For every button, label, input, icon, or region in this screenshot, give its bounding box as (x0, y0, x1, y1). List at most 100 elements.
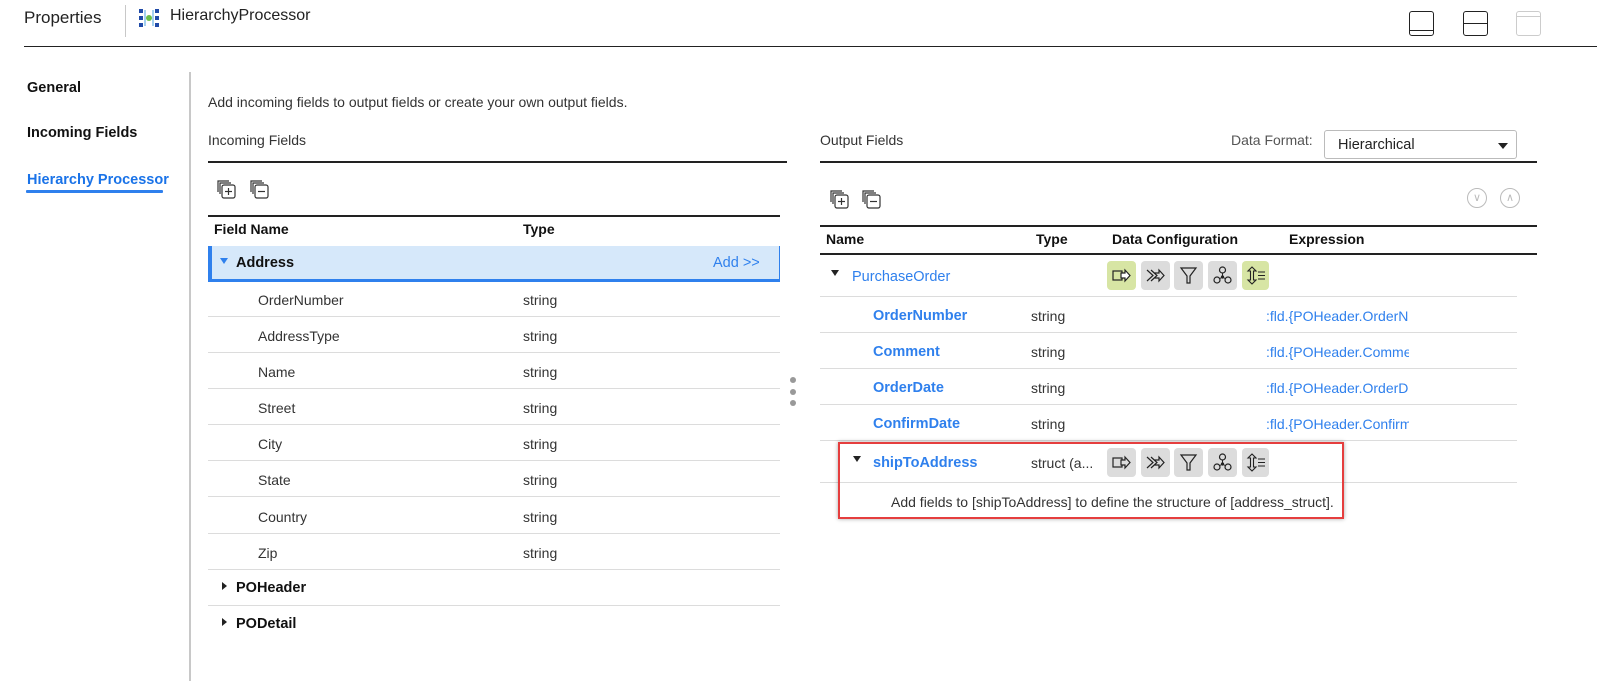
field-type: string (523, 328, 558, 344)
highlight-box (838, 442, 1344, 519)
row-divider (208, 316, 780, 317)
output-field-name[interactable]: OrderDate (873, 380, 944, 396)
incoming-header-rule (208, 215, 780, 217)
field-name[interactable]: City (258, 436, 282, 452)
output-header-bottom-rule (820, 253, 1537, 255)
row-divider (208, 569, 780, 570)
group-poheader[interactable]: POHeader (236, 580, 306, 596)
layout-top-panel-icon[interactable] (1516, 11, 1541, 36)
panel-title: Properties (24, 8, 102, 27)
filter-config-button[interactable] (1174, 261, 1203, 290)
layout-bottom-panel-icon[interactable] (1409, 11, 1434, 36)
chevron-down-icon (1498, 143, 1508, 149)
field-type: string (523, 292, 558, 308)
row-divider (820, 296, 1517, 297)
nav-item-incoming-fields[interactable]: Incoming Fields (27, 125, 137, 141)
caret-right-icon[interactable] (222, 582, 227, 590)
collapse-all-icon[interactable] (249, 178, 271, 200)
output-field-name[interactable]: OrderNumber (873, 308, 967, 324)
layout-split-icon[interactable] (1463, 11, 1488, 36)
output-field-type: string (1031, 308, 1066, 324)
nav-divider (189, 72, 191, 681)
data-format-value: Hierarchical (1338, 137, 1415, 153)
output-field-expression[interactable]: :fld.{POHeader.OrderNumber} (1266, 308, 1409, 324)
sort-config-button[interactable] (1242, 261, 1269, 290)
field-name[interactable]: Zip (258, 545, 277, 561)
grip-dot[interactable] (790, 377, 796, 383)
field-type: string (523, 509, 558, 525)
row-divider (820, 332, 1517, 333)
output-fields-title: Output Fields (820, 132, 904, 148)
collapse-all-icon[interactable] (861, 188, 883, 210)
active-nav-indicator (26, 190, 163, 193)
column-header-data-configuration[interactable]: Data Configuration (1112, 231, 1238, 247)
column-header-field-name[interactable]: Field Name (214, 221, 289, 237)
sort-icon (1246, 266, 1265, 285)
properties-header: Properties HierarchyProcessor (24, 0, 1597, 47)
row-divider (208, 533, 780, 534)
field-type: string (523, 364, 558, 380)
output-field-expression[interactable]: :fld.{POHeader.ConfirmDate} (1266, 416, 1409, 432)
move-up-icon[interactable]: ∧ (1500, 188, 1520, 208)
row-divider (820, 404, 1517, 405)
column-header-type[interactable]: Type (523, 221, 555, 237)
hierarchy-node-icon (1213, 266, 1232, 284)
column-header-name[interactable]: Name (826, 231, 864, 247)
field-type: string (523, 472, 558, 488)
caret-down-icon[interactable] (220, 258, 228, 264)
output-title-rule (820, 161, 1537, 163)
row-divider (820, 440, 1517, 441)
row-divider (208, 352, 780, 353)
field-type: string (523, 545, 558, 561)
input-field-config-button[interactable] (1107, 261, 1136, 290)
output-field-type: string (1031, 344, 1066, 360)
row-divider (208, 388, 780, 389)
input-field-icon (1112, 268, 1131, 283)
expand-all-icon[interactable] (829, 188, 851, 210)
field-name[interactable]: Street (258, 400, 295, 416)
output-field-type: string (1031, 380, 1066, 396)
caret-down-icon[interactable] (831, 270, 839, 276)
move-down-icon[interactable]: ∨ (1467, 188, 1487, 208)
data-format-select[interactable]: Hierarchical (1324, 130, 1517, 159)
nav-item-general[interactable]: General (27, 80, 81, 96)
row-divider (820, 368, 1517, 369)
group-podetail[interactable]: PODetail (236, 616, 296, 632)
field-name[interactable]: State (258, 472, 291, 488)
field-name[interactable]: Name (258, 364, 295, 380)
intro-text: Add incoming fields to output fields or … (208, 94, 628, 110)
field-name[interactable]: Country (258, 509, 307, 525)
field-name[interactable]: AddressType (258, 328, 340, 344)
field-type: string (523, 400, 558, 416)
data-format-label: Data Format: (1231, 132, 1313, 148)
output-field-name[interactable]: ConfirmDate (873, 416, 960, 432)
output-field-name[interactable]: Comment (873, 344, 940, 360)
processor-name: HierarchyProcessor (170, 7, 311, 24)
row-divider (208, 496, 780, 497)
field-name[interactable]: OrderNumber (258, 292, 344, 308)
output-row-purchaseorder[interactable]: PurchaseOrder (852, 269, 950, 285)
nav-item-hierarchy-processor[interactable]: Hierarchy Processor (27, 172, 169, 188)
header-divider (125, 5, 126, 37)
hierarchy-processor-icon (139, 9, 159, 27)
row-divider (208, 424, 780, 425)
column-header-type[interactable]: Type (1036, 231, 1068, 247)
join-icon (1146, 268, 1165, 283)
output-field-expression[interactable]: :fld.{POHeader.Comment} (1266, 344, 1409, 360)
row-divider (208, 605, 780, 606)
grip-dot[interactable] (790, 400, 796, 406)
expand-all-icon[interactable] (216, 178, 238, 200)
output-field-expression[interactable]: :fld.{POHeader.OrderDate} (1266, 380, 1409, 396)
output-field-type: string (1031, 416, 1066, 432)
group-address[interactable]: Address (236, 255, 294, 271)
caret-right-icon[interactable] (222, 618, 227, 626)
add-button[interactable]: Add >> (713, 255, 760, 271)
column-header-expression[interactable]: Expression (1289, 231, 1364, 247)
filter-icon (1179, 267, 1198, 284)
incoming-title-rule (208, 161, 787, 163)
grip-dot[interactable] (790, 389, 796, 395)
field-type: string (523, 436, 558, 452)
output-header-top-rule (820, 225, 1537, 227)
hierarchy-node-config-button[interactable] (1208, 261, 1237, 290)
join-config-button[interactable] (1141, 261, 1170, 290)
